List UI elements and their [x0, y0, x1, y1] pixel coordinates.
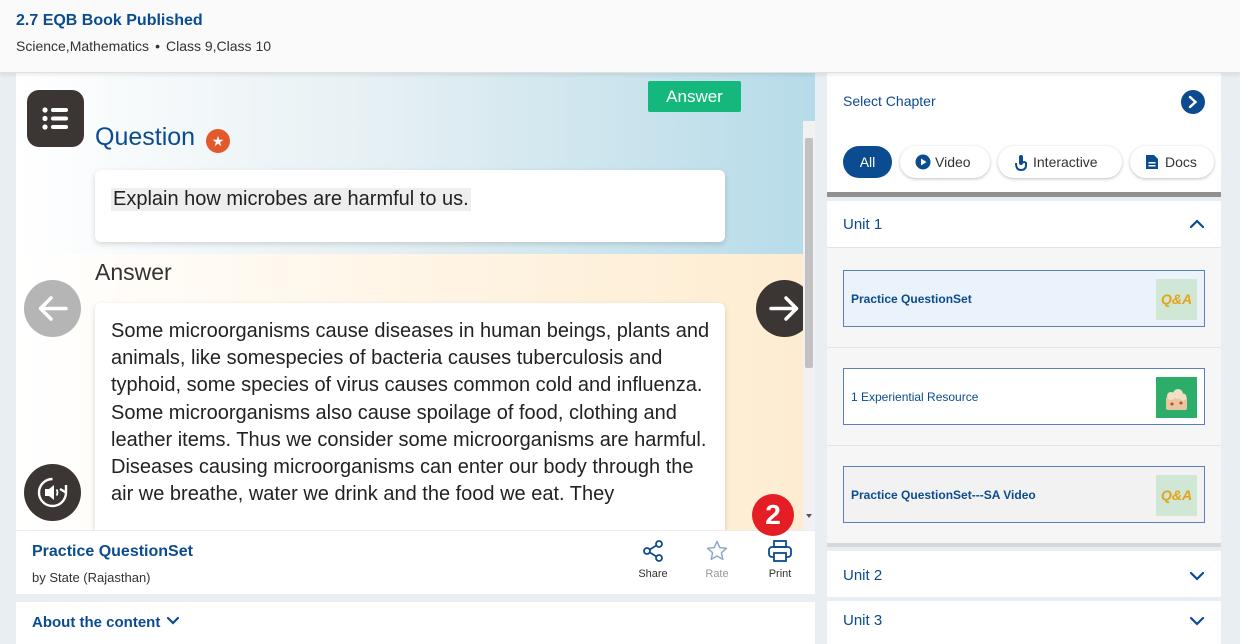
- answer-paragraph: Some microorganisms cause diseases in hu…: [111, 320, 710, 451]
- thumb-text: Q&A: [1160, 291, 1193, 307]
- page-number-badge: 2: [752, 494, 794, 536]
- page-title: 2.7 EQB Book Published: [16, 12, 203, 29]
- content-info-bar: Practice QuestionSet by State (Rajasthan…: [16, 530, 815, 594]
- star-icon: ★: [206, 129, 230, 153]
- unit-label: Unit 1: [843, 216, 883, 233]
- unit-1-header[interactable]: Unit 1: [827, 201, 1221, 248]
- list-item: 1 Experiential Resource: [827, 348, 1221, 446]
- content-type-filters: All Video Interactive Docs: [827, 129, 1221, 197]
- previous-button[interactable]: [24, 280, 81, 337]
- chevron-down-icon: [1189, 571, 1205, 581]
- content-title: Practice QuestionSet: [32, 543, 193, 560]
- resource-name: Practice QuestionSet---SA Video: [851, 488, 1036, 502]
- question-heading: Question: [95, 123, 196, 151]
- touch-icon: [1015, 155, 1027, 171]
- unit-1-panel: Unit 1 Practice QuestionSet Q&A 1 Experi…: [827, 201, 1221, 547]
- subjects-label: Science,Mathematics: [16, 38, 150, 54]
- question-list-button[interactable]: [27, 90, 84, 147]
- list-item: Practice QuestionSet---SA Video Q&A: [827, 446, 1221, 544]
- arrow-right-icon: [769, 296, 799, 321]
- scroll-down-icon[interactable]: [806, 514, 812, 518]
- chevron-down-icon: [166, 616, 180, 625]
- unit-3-header[interactable]: Unit 3: [827, 601, 1221, 644]
- question-player: Answer Question ★ Explain how microbes a…: [16, 73, 815, 530]
- resource-name: 1 Experiential Resource: [851, 390, 979, 404]
- share-button[interactable]: Share: [628, 539, 678, 580]
- star-outline-icon: [706, 540, 728, 561]
- thumb-text: Q&A: [1160, 487, 1193, 503]
- rate-button[interactable]: Rate: [692, 539, 742, 580]
- content-author: by State (Rajasthan): [32, 570, 151, 585]
- filter-label: Interactive: [1033, 154, 1098, 170]
- share-label: Share: [638, 568, 668, 580]
- question-text: Explain how microbes are harmful to us.: [111, 188, 471, 211]
- chevron-right-icon: [1181, 90, 1205, 114]
- about-content-label: About the content: [32, 614, 161, 631]
- document-icon: [1146, 155, 1158, 169]
- answer-card: Some microorganisms cause diseases in hu…: [95, 303, 725, 530]
- list-icon: [42, 107, 68, 130]
- print-label: Print: [768, 568, 792, 580]
- chevron-up-icon: [1189, 219, 1205, 229]
- select-chapter-label: Select Chapter: [843, 93, 936, 109]
- chevron-down-icon: [1189, 616, 1205, 626]
- answer-paragraph: Diseases causing microorganisms can ente…: [111, 456, 694, 506]
- resource-card[interactable]: Practice QuestionSet---SA Video Q&A: [843, 466, 1205, 523]
- resource-thumbnail: Q&A: [1156, 279, 1197, 320]
- resource-thumbnail: [1156, 377, 1197, 418]
- meta-separator: •: [155, 38, 160, 54]
- list-item: Practice QuestionSet Q&A: [827, 250, 1221, 348]
- resource-card[interactable]: Practice QuestionSet Q&A: [843, 270, 1205, 327]
- answer-heading: Answer: [95, 259, 172, 285]
- filter-label: Video: [935, 154, 971, 170]
- play-circle-icon: [915, 154, 931, 170]
- filter-all[interactable]: All: [843, 146, 892, 178]
- resource-thumbnail: Q&A: [1156, 475, 1197, 516]
- print-button[interactable]: Print: [755, 539, 805, 580]
- filter-interactive[interactable]: Interactive: [998, 146, 1122, 178]
- resource-card[interactable]: 1 Experiential Resource: [843, 368, 1205, 425]
- flask-icon: [1166, 389, 1187, 410]
- filter-label: Docs: [1165, 154, 1197, 170]
- question-card: Explain how microbes are harmful to us.: [95, 170, 725, 242]
- unit-label: Unit 3: [843, 612, 883, 629]
- content-meta: Science,Mathematics • Class 9,Class 10: [16, 38, 271, 54]
- read-aloud-button[interactable]: [24, 464, 81, 521]
- filter-docs[interactable]: Docs: [1130, 146, 1214, 178]
- page-header: 2.7 EQB Book Published Science,Mathemati…: [0, 0, 1240, 73]
- about-content-toggle[interactable]: About the content: [16, 602, 815, 644]
- player-scrollbar[interactable]: [803, 121, 815, 530]
- unit-label: Unit 2: [843, 567, 883, 584]
- select-chapter-button[interactable]: Select Chapter: [827, 73, 1221, 129]
- speaker-replay-icon: [37, 477, 68, 508]
- share-icon: [643, 540, 663, 562]
- classes-label: Class 9,Class 10: [165, 38, 272, 54]
- arrow-left-icon: [38, 296, 68, 321]
- resource-name: Practice QuestionSet: [851, 292, 972, 306]
- rate-label: Rate: [705, 568, 729, 580]
- filter-label: All: [859, 154, 876, 170]
- filter-video[interactable]: Video: [900, 146, 990, 178]
- answer-text: Some microorganisms cause diseases in hu…: [111, 318, 711, 508]
- scrollbar-thumb[interactable]: [805, 138, 813, 368]
- unit-2-header[interactable]: Unit 2: [827, 551, 1221, 597]
- printer-icon: [768, 540, 792, 562]
- show-answer-button[interactable]: Answer: [648, 81, 741, 112]
